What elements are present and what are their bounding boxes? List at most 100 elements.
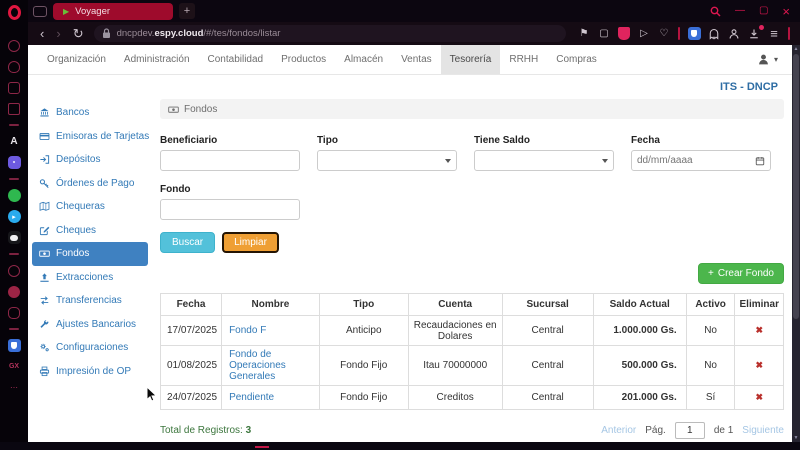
browser-menu-icon[interactable]: ≡ bbox=[767, 26, 782, 41]
easy-setup-icon[interactable] bbox=[7, 284, 22, 299]
sidebar-item-emisoras-de-tarjetas[interactable]: Emisoras de Tarjetas bbox=[28, 125, 148, 149]
nav-rrhh[interactable]: RRHH bbox=[500, 45, 547, 74]
player-icon[interactable]: ▷ bbox=[637, 26, 652, 41]
history-clock-icon[interactable] bbox=[7, 263, 22, 278]
pin-icon[interactable]: ⚑ bbox=[577, 26, 592, 41]
telegram-icon[interactable]: ▸ bbox=[7, 209, 22, 224]
tab-favicon-play: ▶ bbox=[63, 7, 69, 16]
table-footer: Total de Registros: 3 Anterior Pág. de 1… bbox=[160, 422, 784, 439]
sidebar-item-chequeras[interactable]: Chequeras bbox=[28, 195, 148, 219]
nav-organizacion[interactable]: Organización bbox=[38, 45, 115, 74]
sidebar-item-ordenes-de-pago[interactable]: Órdenes de Pago bbox=[28, 172, 148, 196]
scroll-down-icon[interactable]: ▼ bbox=[794, 434, 799, 442]
forward-button[interactable]: › bbox=[56, 27, 60, 40]
mail-icon[interactable] bbox=[7, 101, 22, 116]
sidebar-item-ajustes-bancarios[interactable]: Ajustes Bancarios bbox=[28, 313, 148, 337]
nav-tesoreria[interactable]: Tesorería bbox=[441, 45, 501, 74]
fondo-input[interactable] bbox=[160, 199, 300, 220]
fondo-link[interactable]: Fondo de Operaciones Generales bbox=[229, 349, 286, 382]
sidebar-item-extracciones[interactable]: Extracciones bbox=[28, 266, 148, 290]
fondo-link[interactable]: Pendiente bbox=[229, 392, 274, 403]
scrollbar-thumb[interactable] bbox=[793, 54, 799, 319]
anterior-link[interactable]: Anterior bbox=[601, 425, 636, 436]
back-button[interactable]: ‹ bbox=[40, 27, 44, 40]
nav-ventas[interactable]: Ventas bbox=[392, 45, 441, 74]
workspaces-icon[interactable] bbox=[7, 80, 22, 95]
beneficiario-input[interactable] bbox=[160, 150, 300, 171]
nav-productos[interactable]: Productos bbox=[272, 45, 335, 74]
printer-icon bbox=[39, 366, 50, 377]
speed-dial-icon[interactable] bbox=[7, 38, 22, 53]
sidebar-item-depositos[interactable]: Depósitos bbox=[28, 148, 148, 172]
sidebar-item-transferencias[interactable]: Transferencias bbox=[28, 289, 148, 313]
sidebar-more-icon[interactable]: ⋯ bbox=[7, 380, 22, 395]
beneficiario-label: Beneficiario bbox=[160, 135, 300, 146]
extension-blue-icon[interactable] bbox=[687, 26, 702, 41]
window-search-icon[interactable] bbox=[710, 6, 721, 17]
scroll-up-icon[interactable]: ▲ bbox=[794, 45, 799, 53]
sidebar-item-fondos[interactable]: Fondos bbox=[32, 242, 148, 266]
fondo-link[interactable]: Fondo F bbox=[229, 325, 266, 336]
close-button[interactable]: × bbox=[782, 5, 790, 18]
tipo-select[interactable] bbox=[317, 150, 457, 171]
plus-icon: + bbox=[708, 268, 714, 279]
upload-icon bbox=[39, 272, 50, 283]
col-sucursal: Sucursal bbox=[502, 294, 593, 316]
download-icon[interactable] bbox=[747, 26, 762, 41]
user-menu[interactable]: ▾ bbox=[757, 45, 792, 74]
col-cuenta: Cuenta bbox=[408, 294, 502, 316]
address-bar: ‹ › ↻ dncpdev.espy.cloud/#/tes/fondos/li… bbox=[28, 22, 800, 45]
window-controls: — ▢ × bbox=[710, 5, 800, 18]
messenger-icon[interactable] bbox=[7, 59, 22, 74]
nav-contabilidad[interactable]: Contabilidad bbox=[199, 45, 273, 74]
opera-logo-icon[interactable] bbox=[8, 5, 21, 20]
ghost-extension-icon[interactable] bbox=[707, 26, 722, 41]
sidebar-item-bancos[interactable]: Bancos bbox=[28, 101, 148, 125]
profile-icon[interactable] bbox=[727, 26, 742, 41]
download-badge bbox=[759, 25, 764, 30]
minimize-button[interactable]: — bbox=[735, 6, 745, 16]
snapshot-icon[interactable]: ▢ bbox=[597, 26, 612, 41]
tab-preview-icon[interactable] bbox=[33, 6, 47, 17]
page-scrollbar[interactable]: ▲ ▼ bbox=[792, 45, 800, 442]
gx-icon[interactable]: GX bbox=[7, 359, 22, 374]
nav-compras[interactable]: Compras bbox=[547, 45, 606, 74]
url-field[interactable]: dncpdev.espy.cloud/#/tes/fondos/listar bbox=[94, 25, 566, 42]
crear-fondo-button[interactable]: + Crear Fondo bbox=[698, 263, 784, 284]
limpiar-button[interactable]: Limpiar bbox=[222, 232, 279, 253]
fecha-input[interactable]: dd/mm/aaaa bbox=[631, 150, 771, 171]
reload-button[interactable]: ↻ bbox=[73, 27, 84, 40]
vpn-shield-icon[interactable] bbox=[617, 26, 632, 41]
discord-icon[interactable] bbox=[7, 230, 22, 245]
tiene-saldo-select[interactable] bbox=[474, 150, 614, 171]
org-label: ITS - DNCP bbox=[720, 81, 778, 93]
browser-window: A ⬩ ▸ GX ⋯ ▶ Voyager + — ▢ × ‹ › ↻ bbox=[0, 0, 800, 450]
extension-shield-icon[interactable] bbox=[7, 338, 22, 353]
bottom-accent bbox=[255, 446, 269, 449]
sidebar-divider bbox=[9, 178, 19, 180]
delete-icon[interactable]: ✖ bbox=[755, 392, 763, 402]
delete-icon[interactable]: ✖ bbox=[755, 360, 763, 370]
browser-tab-voyager[interactable]: ▶ Voyager bbox=[53, 3, 173, 20]
gx-corner-icon[interactable]: ⬩ bbox=[7, 155, 22, 170]
page-input[interactable] bbox=[675, 422, 705, 439]
nav-almacen[interactable]: Almacén bbox=[335, 45, 392, 74]
buscar-button[interactable]: Buscar bbox=[160, 232, 215, 253]
sidebar-item-cheques[interactable]: Cheques bbox=[28, 219, 148, 243]
maximize-button[interactable]: ▢ bbox=[759, 6, 768, 16]
sidebar-item-impresion-de-op[interactable]: Impresión de OP bbox=[28, 360, 148, 384]
whatsapp-icon[interactable] bbox=[7, 188, 22, 203]
aria-ai-icon[interactable]: A bbox=[7, 134, 22, 149]
new-tab-button[interactable]: + bbox=[179, 3, 195, 19]
wrench-icon bbox=[39, 319, 50, 330]
settings-gear-icon[interactable] bbox=[7, 305, 22, 320]
sidebar-item-configuraciones[interactable]: Configuraciones bbox=[28, 336, 148, 360]
book-icon bbox=[39, 201, 50, 212]
credit-card-icon bbox=[39, 131, 50, 142]
nav-administracion[interactable]: Administración bbox=[115, 45, 199, 74]
table-row: 01/08/2025 Fondo de Operaciones Generale… bbox=[161, 346, 784, 386]
siguiente-link[interactable]: Siguiente bbox=[742, 425, 784, 436]
delete-icon[interactable]: ✖ bbox=[755, 325, 763, 335]
lock-icon bbox=[102, 28, 111, 39]
bookmark-heart-icon[interactable]: ♡ bbox=[657, 26, 672, 41]
